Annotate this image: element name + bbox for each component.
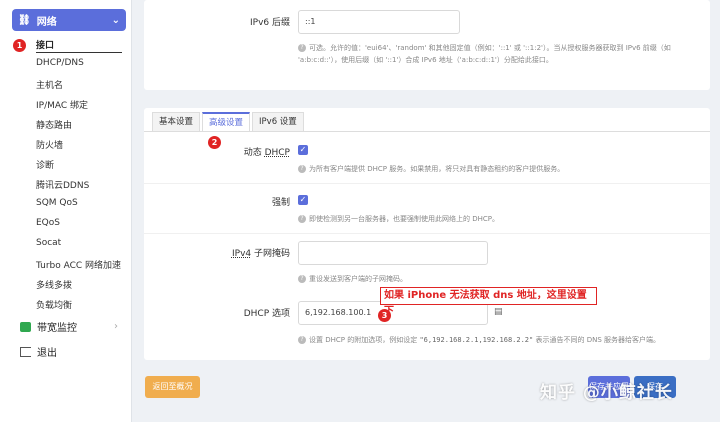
nav-group-bandwidth-label: 带宽监控	[37, 323, 77, 334]
sidebar-item-diagnostics[interactable]: 诊断	[36, 158, 54, 171]
sidebar-item-tencent-ddns[interactable]: 腾讯云DDNS	[36, 178, 89, 191]
chevron-right-icon: ›	[114, 321, 118, 332]
nav-group-bandwidth[interactable]: 带宽监控 ›	[20, 319, 118, 334]
ipv4-netmask-help: ? 重设发送到客户端的子网掩码。	[298, 273, 698, 285]
dhcp-option-help: ? 设置 DHCP 的附加选项，例如设定 "6,192.168.2.1,192.1…	[298, 334, 708, 346]
nav-group-network[interactable]: ⛓ 网络 ⌄	[12, 9, 126, 31]
sidebar-item-load-balance[interactable]: 负载均衡	[36, 298, 72, 311]
badge-1: 1	[13, 39, 26, 52]
row-divider	[144, 233, 710, 234]
dynamic-dhcp-help: ? 为所有客户端提供 DHCP 服务。如果禁用，将只对具有静态租约的客户提供服务。	[298, 163, 698, 175]
sidebar-item-sqm-qos[interactable]: SQM QoS	[36, 198, 78, 208]
sidebar-item-ip-mac-binding[interactable]: IP/MAC 绑定	[36, 98, 88, 111]
tab-advanced[interactable]: 高级设置	[202, 112, 251, 132]
sidebar: ⛓ 网络 ⌄ 接口 DHCP/DNS 主机名 IP/MAC 绑定 静态路由 防火…	[0, 0, 132, 422]
sidebar-item-socat[interactable]: Socat	[36, 238, 61, 248]
settings-tabs: 基本设置 高级设置 IPv6 设置	[152, 112, 306, 132]
nav-logout-label: 退出	[37, 348, 57, 359]
ipv4-netmask-input[interactable]	[298, 241, 488, 265]
ipv6-suffix-label: IPv6 后缀	[250, 18, 290, 28]
sidebar-item-interfaces[interactable]: 接口	[36, 38, 54, 51]
dynamic-dhcp-label: 动态 DHCP	[243, 148, 290, 158]
badge-3: 3	[378, 309, 391, 322]
help-icon: ?	[298, 336, 306, 344]
ipv6-suffix-input[interactable]: ::1	[298, 10, 460, 34]
dynamic-dhcp-checkbox[interactable]: ✓	[298, 145, 308, 155]
monitor-icon	[20, 321, 31, 332]
sidebar-item-firewall[interactable]: 防火墙	[36, 138, 63, 151]
force-checkbox[interactable]: ✓	[298, 195, 308, 205]
ipv4-netmask-label: IPv4 子网掩码	[231, 249, 290, 259]
watermark: 知乎 @小鲸社长	[540, 383, 673, 403]
tab-divider	[144, 131, 710, 132]
sidebar-item-eqos[interactable]: EQoS	[36, 218, 60, 228]
back-to-overview-button[interactable]: 返回至概况	[145, 376, 200, 398]
sidebar-item-turbo-acc[interactable]: Turbo ACC 网络加速	[36, 258, 121, 271]
force-label: 强制	[271, 198, 290, 208]
sidebar-item-static-routes[interactable]: 静态路由	[36, 118, 72, 131]
ipv6-suffix-help: ? 可选。允许的值：'eui64'、'random' 和其他固定值（例如：'::1…	[298, 44, 671, 64]
chevron-down-icon: ⌄	[111, 15, 120, 26]
active-indicator	[36, 52, 122, 53]
help-icon: ?	[298, 215, 306, 223]
network-icon: ⛓	[18, 14, 31, 26]
logout-icon	[20, 346, 31, 357]
help-icon: ?	[298, 165, 306, 173]
row-divider	[144, 183, 710, 184]
list-edit-icon[interactable]: ▤	[494, 307, 503, 317]
dhcp-option-label: DHCP 选项	[243, 309, 290, 319]
force-help: ? 即使检测到另一台服务器，也要强制使用此网络上的 DHCP。	[298, 213, 698, 225]
nav-logout[interactable]: 退出	[20, 344, 57, 359]
sidebar-item-multiwan[interactable]: 多线多拨	[36, 278, 72, 291]
tab-ipv6[interactable]: IPv6 设置	[252, 112, 304, 132]
sidebar-item-dhcp-dns[interactable]: DHCP/DNS	[36, 58, 84, 68]
help-icon: ?	[298, 44, 306, 52]
tab-basic[interactable]: 基本设置	[152, 112, 201, 132]
nav-group-network-label: 网络	[36, 16, 57, 28]
sidebar-item-hostnames[interactable]: 主机名	[36, 78, 63, 91]
help-icon: ?	[298, 275, 306, 283]
annotation-callout: 如果 iPhone 无法获取 dns 地址，这里设置下	[380, 287, 597, 317]
